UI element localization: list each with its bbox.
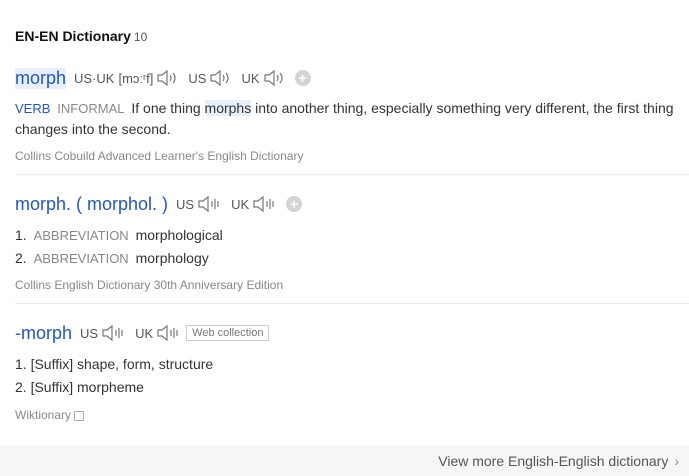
item-number: 2.	[15, 379, 27, 395]
plus-icon[interactable]: +	[294, 70, 311, 86]
speaker-icon[interactable]	[101, 324, 125, 342]
us-uk-label: US·UK	[74, 70, 115, 86]
item-text: morphology	[135, 250, 209, 266]
dictionary-header: EN-EN Dictionary 10	[15, 28, 147, 44]
definition-text-start: If one thing	[131, 100, 205, 116]
speaker-icon[interactable]	[263, 69, 285, 87]
phonetic: [mɔːʳf]	[118, 70, 154, 86]
external-link-icon[interactable]	[74, 410, 85, 421]
part-of-speech: VERB	[15, 101, 51, 116]
divider	[15, 303, 689, 304]
plus-icon[interactable]: +	[286, 196, 303, 212]
speaker-icon[interactable]	[156, 324, 180, 342]
web-collection-tag: Web collection	[186, 325, 270, 341]
item-number: 1.	[15, 227, 27, 243]
source-label[interactable]: Wiktionary	[15, 408, 71, 422]
part-of-speech: ABBREVIATION	[33, 228, 129, 243]
entry-count: 10	[133, 30, 148, 44]
speaker-icon[interactable]	[197, 195, 221, 213]
source[interactable]: Wiktionary	[15, 408, 687, 422]
entry-morph-abbrev: morph. ( morphol. ) US UK + 1. ABBREVIAT…	[15, 190, 687, 292]
definition-highlight: morphs	[204, 100, 252, 116]
entry-morph: morph US·UK [mɔːʳf] US UK + VERB INFORMA…	[15, 64, 687, 163]
headword[interactable]: -morph	[15, 323, 72, 344]
uk-label: UK	[231, 196, 250, 212]
footer-bar: View more English-English dictionary ›	[0, 445, 689, 476]
speaker-icon[interactable]	[209, 69, 231, 87]
dictionary-title: EN-EN Dictionary	[15, 28, 131, 44]
list-item: 1. ABBREVIATION morphological	[15, 224, 687, 247]
definition: VERB INFORMAL If one thing morphs into a…	[15, 98, 687, 139]
speaker-icon[interactable]	[156, 69, 178, 87]
source: Collins Cobuild Advanced Learner's Engli…	[15, 149, 304, 163]
source: Collins English Dictionary 30th Annivers…	[15, 278, 284, 292]
uk-label: UK	[135, 325, 154, 341]
list-item: 1. [Suffix] shape, form, structure	[15, 353, 687, 376]
us-label: US	[176, 196, 195, 212]
register-label: INFORMAL	[57, 101, 125, 116]
chevron-right-icon[interactable]: ›	[674, 453, 679, 469]
headword[interactable]: morph	[15, 67, 67, 89]
item-text: morphological	[135, 227, 223, 243]
item-text: [Suffix] morpheme	[30, 379, 144, 395]
divider	[15, 174, 689, 175]
item-number: 1.	[15, 356, 27, 372]
part-of-speech: ABBREVIATION	[33, 251, 129, 266]
uk-label: UK	[241, 70, 260, 86]
list-item: 2. ABBREVIATION morphology	[15, 247, 687, 270]
view-more-label[interactable]: View more English-English dictionary	[438, 453, 668, 469]
entry-suffix-morph: -morph US UK Web collection 1. [Suffix] …	[15, 319, 687, 422]
headword[interactable]: morph. ( morphol. )	[15, 194, 168, 215]
item-number: 2.	[15, 250, 27, 266]
speaker-icon[interactable]	[252, 195, 276, 213]
list-item: 2. [Suffix] morpheme	[15, 376, 687, 399]
item-text: [Suffix] shape, form, structure	[30, 356, 214, 372]
us-label: US	[80, 325, 99, 341]
view-more-link[interactable]: View more English-English dictionary ›	[438, 453, 679, 469]
us-label: US	[188, 70, 207, 86]
